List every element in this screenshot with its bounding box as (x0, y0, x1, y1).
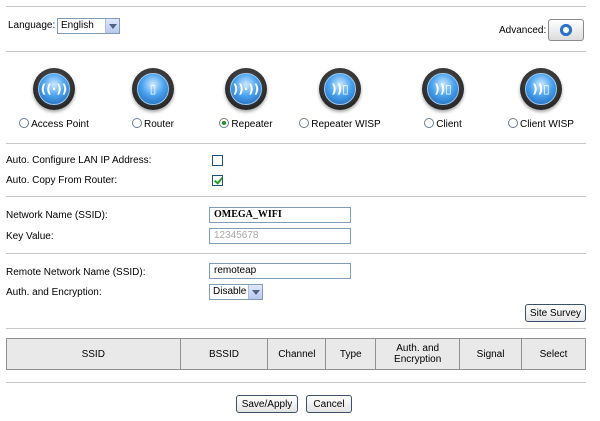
save-apply-button[interactable]: Save/Apply (236, 395, 298, 413)
mode-access-point[interactable]: ((·)) Access Point (4, 68, 104, 138)
auto-copy-router-checkbox[interactable] (212, 175, 223, 186)
radio-router[interactable] (131, 118, 142, 128)
mode-label: Router (143, 119, 174, 130)
column-signal: Signal (459, 338, 523, 370)
divider-1 (6, 51, 586, 52)
mode-repeater-wisp[interactable]: ))▯ Repeater WISP (290, 68, 390, 138)
advanced-button[interactable] (548, 19, 584, 41)
mode-router[interactable]: ▯ Router (103, 68, 203, 138)
radio-access-point[interactable] (19, 118, 30, 128)
column-ssid: SSID (6, 338, 181, 370)
language-select[interactable]: English (57, 18, 120, 34)
mode-glyph: ))▯ (525, 73, 557, 105)
router-icon: ▯ (132, 68, 174, 110)
column-bssid: BSSID (179, 338, 269, 370)
mode-label: Repeater (231, 119, 273, 130)
auto-config-lan-checkbox[interactable] (212, 155, 223, 166)
radio-repeater-wisp[interactable] (299, 118, 310, 128)
mode-label: Client (436, 119, 462, 130)
mode-glyph: ((·)) (38, 73, 70, 105)
mode-glyph: ))▯ (427, 73, 459, 105)
chevron-down-icon (248, 285, 262, 299)
ssid-input[interactable]: OMEGA_WIFI (209, 207, 351, 223)
column-auth-encryption: Auth. and Encryption (375, 338, 461, 370)
repeater-wisp-icon: ))▯ (319, 68, 361, 110)
auth-encryption-select[interactable]: Disable (209, 284, 263, 300)
gear-icon (558, 22, 574, 38)
mode-label: Repeater WISP (311, 119, 381, 130)
access-point-icon: ((·)) (33, 68, 75, 110)
divider-4 (6, 253, 586, 254)
divider-5 (6, 328, 586, 329)
language-select-value: English (61, 20, 94, 31)
mode-glyph: ▯ (137, 73, 169, 105)
radio-client[interactable] (424, 118, 435, 128)
repeater-icon: ))·)) (225, 68, 267, 110)
advanced-label: Advanced: (499, 25, 547, 36)
cancel-button[interactable]: Cancel (306, 395, 352, 413)
divider-3 (6, 196, 586, 197)
site-survey-button[interactable]: Site Survey (525, 304, 586, 322)
column-select: Select (521, 338, 586, 370)
chevron-down-icon (105, 19, 119, 33)
table-header-row: SSID BSSID Channel Type Auth. and Encryp… (6, 338, 586, 370)
client-wisp-icon: ))▯ (520, 68, 562, 110)
radio-client-wisp[interactable] (508, 118, 519, 128)
ssid-label: Network Name (SSID): (6, 210, 108, 221)
column-channel: Channel (267, 338, 327, 370)
remote-ssid-label: Remote Network Name (SSID): (6, 267, 146, 278)
site-survey-table: SSID BSSID Channel Type Auth. and Encryp… (6, 338, 586, 370)
mode-label: Client WISP (520, 119, 574, 130)
auto-config-lan-label: Auto. Configure LAN IP Address: (6, 155, 152, 166)
auth-encryption-value: Disable (213, 286, 247, 297)
mode-label: Access Point (31, 119, 89, 130)
mode-client[interactable]: ))▯ Client (393, 68, 493, 138)
auth-encryption-label: Auth. and Encryption: (6, 287, 102, 298)
radio-repeater[interactable] (219, 118, 230, 128)
key-value-label: Key Value: (6, 231, 54, 242)
divider-top (6, 6, 586, 7)
mode-glyph: ))·)) (230, 73, 262, 105)
mode-client-wisp[interactable]: ))▯ Client WISP (491, 68, 591, 138)
client-icon: ))▯ (422, 68, 464, 110)
column-type: Type (325, 338, 377, 370)
divider-6 (6, 382, 586, 383)
divider-2 (6, 143, 586, 144)
mode-repeater[interactable]: ))·)) Repeater (196, 68, 296, 138)
mode-glyph: ))▯ (324, 73, 356, 105)
key-value-input[interactable]: 12345678 (209, 228, 351, 244)
auto-copy-router-label: Auto. Copy From Router: (6, 175, 118, 186)
remote-ssid-input[interactable]: remoteap (209, 263, 351, 279)
language-label: Language: (8, 20, 56, 31)
